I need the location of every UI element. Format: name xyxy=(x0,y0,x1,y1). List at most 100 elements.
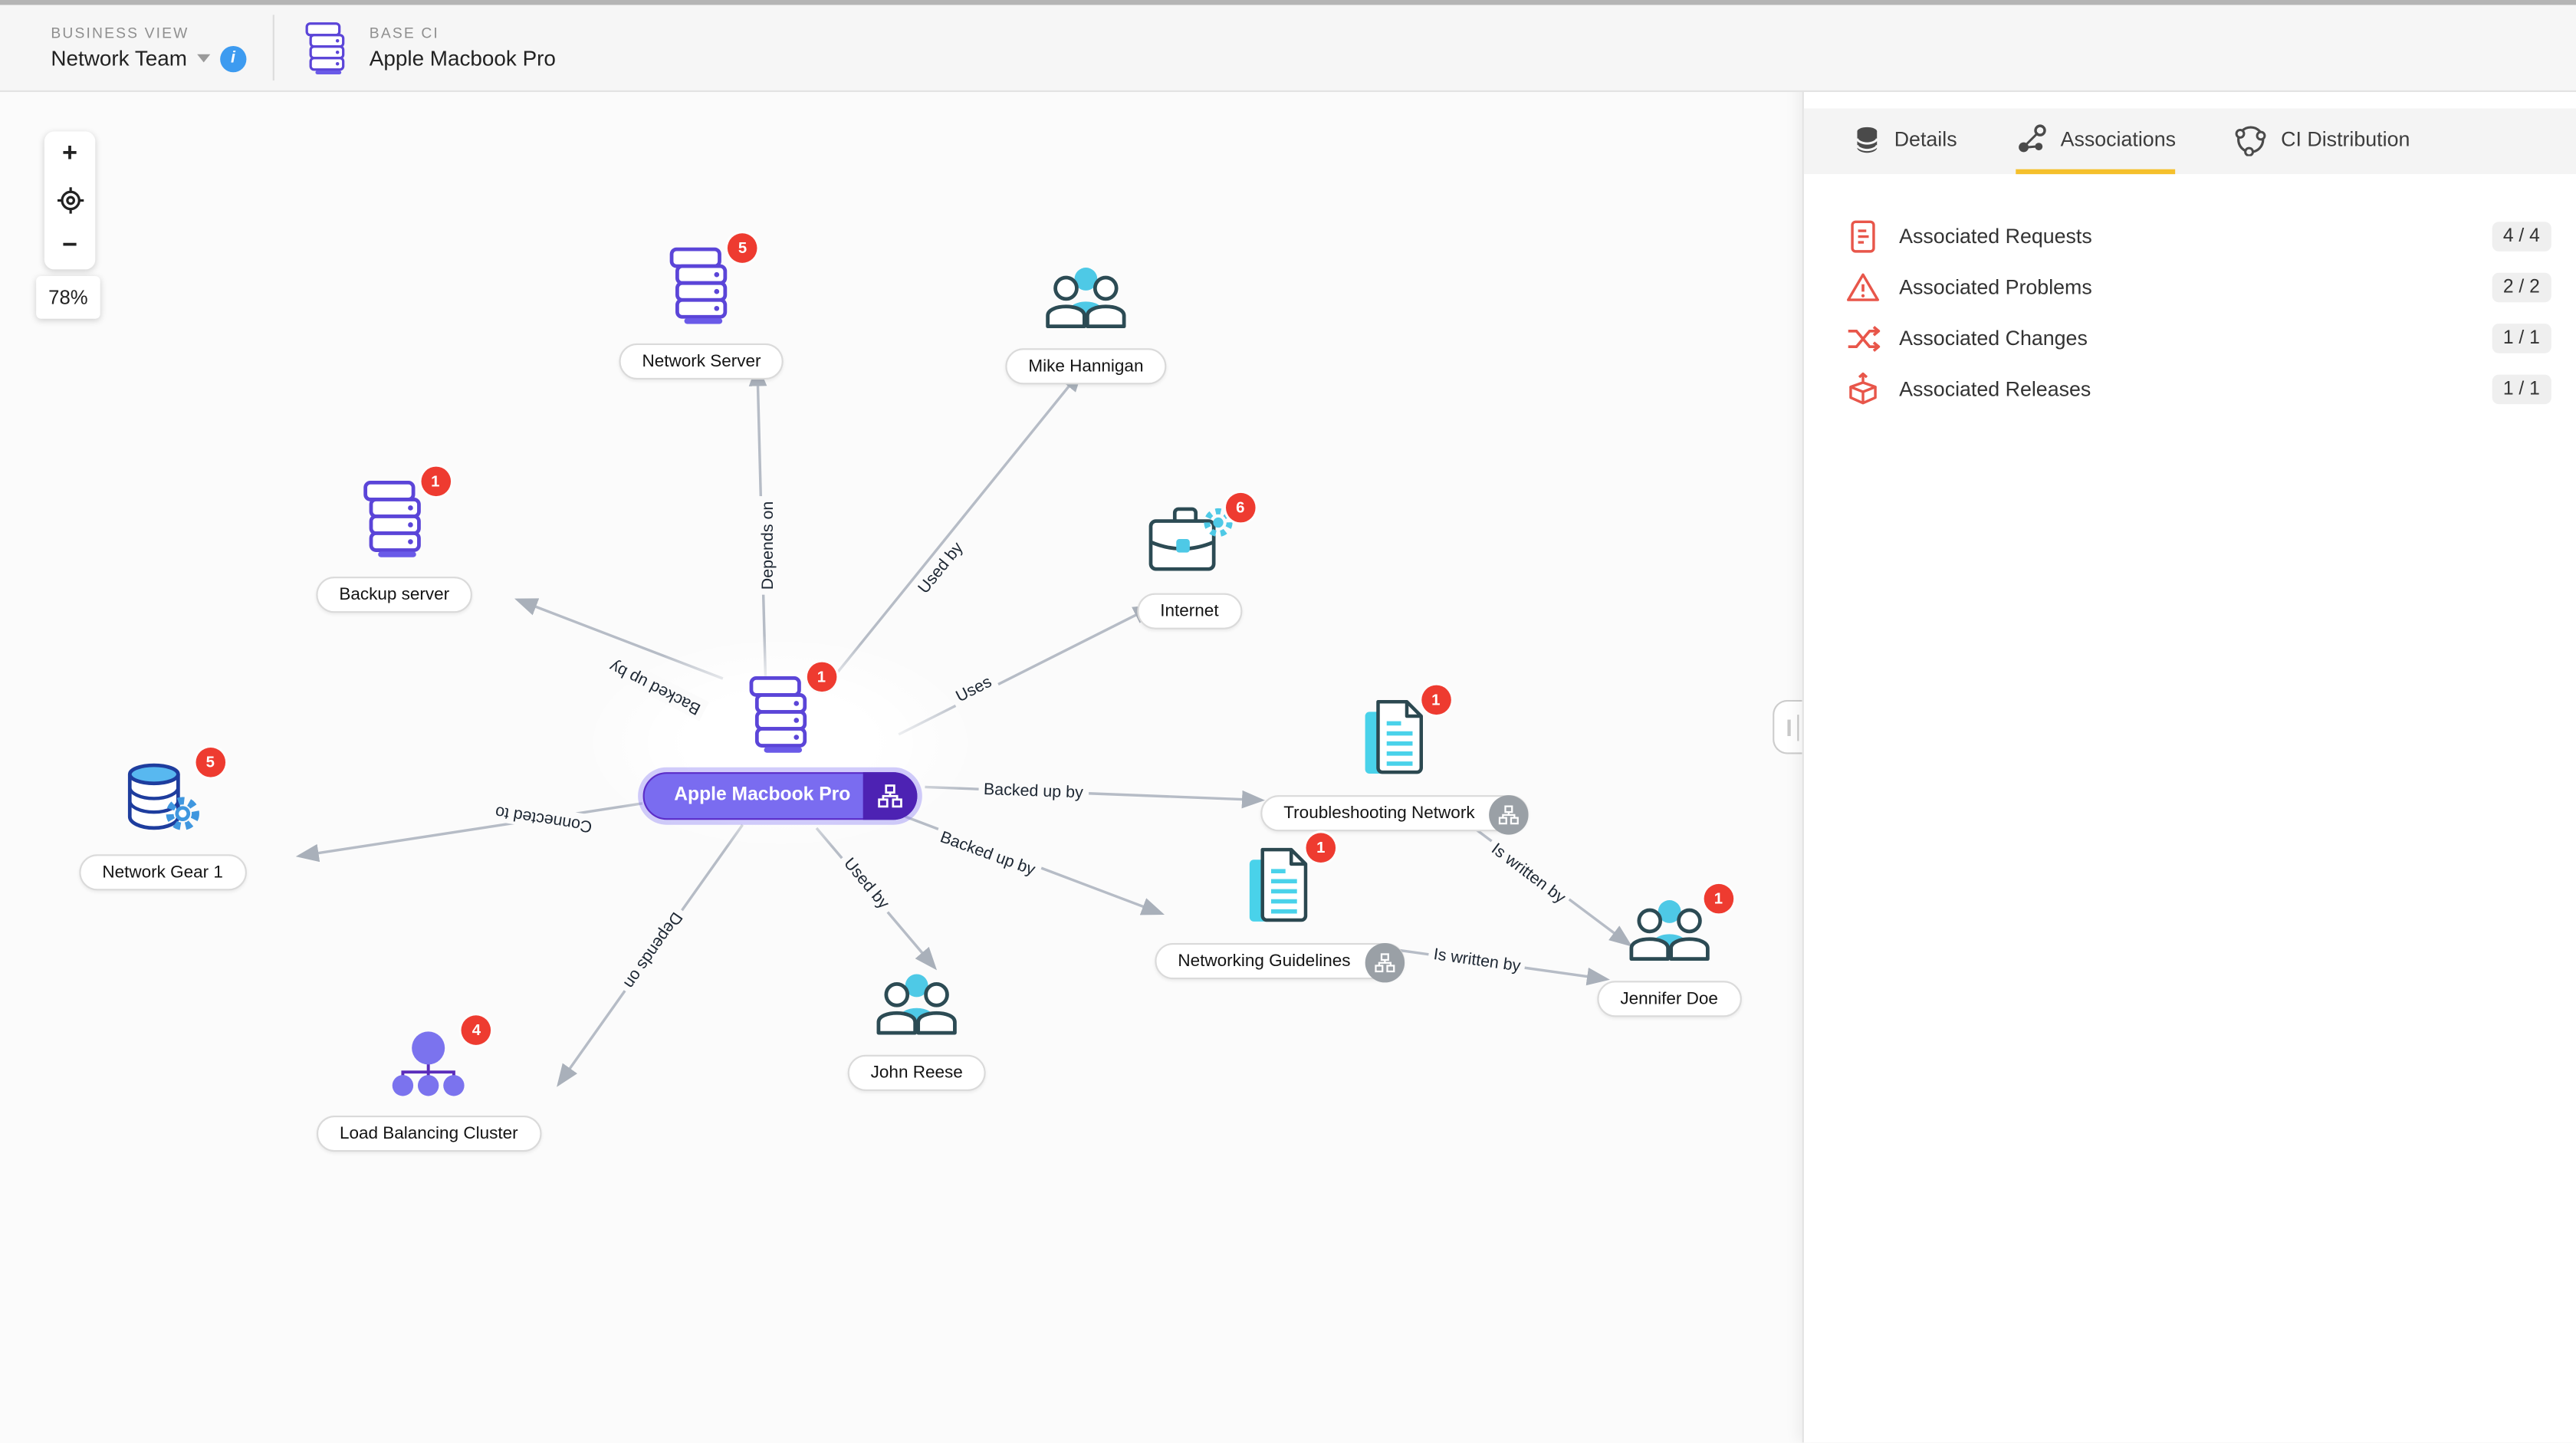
details-side-panel: ✕ Network Team Business View Details xyxy=(1802,5,2576,1442)
edge-label: Used by xyxy=(911,534,971,603)
relationship-map-canvas[interactable]: Depends on Used by Uses Backed up by Con… xyxy=(0,0,1802,1442)
info-icon[interactable]: i xyxy=(220,45,246,71)
business-view-selector[interactable]: BUSINESS VIEW Network Team i xyxy=(51,24,246,71)
node-pill[interactable]: Troubleshooting Network xyxy=(1260,795,1529,831)
edge-label: Is written by xyxy=(1483,837,1573,912)
node-label[interactable]: John Reese xyxy=(848,1055,986,1091)
node-load-balancing-cluster[interactable]: 4 Load Balancing Cluster xyxy=(317,1028,541,1152)
node-label[interactable]: Mike Hannigan xyxy=(1005,348,1166,384)
edge-label: Connected to xyxy=(489,799,599,837)
association-count-badge: 2 / 2 xyxy=(2492,272,2551,302)
associations-list: Associated Requests 4 / 4 Associated Pro… xyxy=(1804,210,2576,414)
expand-map-button[interactable] xyxy=(863,772,918,820)
people-icon xyxy=(1626,897,1711,963)
node-badge: 1 xyxy=(1421,685,1451,715)
base-ci-block: BASE CI Apple Macbook Pro xyxy=(304,21,556,75)
tab-ci-distribution[interactable]: CI Distribution xyxy=(2235,108,2410,174)
node-badge: 1 xyxy=(1306,833,1336,863)
business-view-caption: BUSINESS VIEW xyxy=(51,24,246,40)
node-apple-macbook-pro[interactable]: 1 Apple Macbook Pro xyxy=(643,675,918,820)
chevron-down-icon[interactable] xyxy=(197,54,210,63)
association-label: Associated Changes xyxy=(1899,326,2492,349)
node-label[interactable]: Backup server xyxy=(316,577,472,613)
release-box-icon xyxy=(1845,370,1881,406)
node-jennifer-doe[interactable]: 1 Jennifer Doe xyxy=(1597,897,1741,1017)
association-count-badge: 1 / 1 xyxy=(2492,323,2551,353)
top-bar: BUSINESS VIEW Network Team i BASE CI App… xyxy=(0,5,2576,92)
node-label[interactable]: Network Server xyxy=(619,343,784,380)
node-badge: 6 xyxy=(1226,493,1256,523)
handle-grip-line xyxy=(1796,714,1799,740)
node-label: Apple Macbook Pro xyxy=(674,785,850,805)
edge-label: Used by xyxy=(835,850,896,918)
expand-map-button[interactable] xyxy=(1365,943,1405,982)
edge-label: Backed up by xyxy=(978,779,1089,804)
node-badge: 5 xyxy=(196,748,225,777)
node-badge: 1 xyxy=(1704,884,1733,914)
base-ci-name: Apple Macbook Pro xyxy=(370,46,556,71)
hierarchy-icon xyxy=(1373,952,1396,975)
node-internet[interactable]: 6 Internet xyxy=(1137,506,1241,629)
node-label: Troubleshooting Network xyxy=(1283,804,1474,823)
base-ci-caption: BASE CI xyxy=(370,25,556,41)
cluster-icon xyxy=(388,1028,470,1097)
problem-triangle-icon xyxy=(1845,268,1881,304)
panel-tabs: Details Associations CI Distribu xyxy=(1804,108,2576,174)
edge-label: Depends on xyxy=(758,496,780,594)
window-top-border xyxy=(0,0,2576,5)
association-count-badge: 4 / 4 xyxy=(2492,221,2551,251)
panel-collapse-handle[interactable] xyxy=(1773,700,1802,754)
crosshair-icon[interactable] xyxy=(55,186,85,215)
associated-releases-row[interactable]: Associated Releases 1 / 1 xyxy=(1804,363,2576,414)
base-ci-node-pill[interactable]: Apple Macbook Pro xyxy=(643,772,918,820)
database-icon xyxy=(1853,124,1881,154)
server-icon xyxy=(360,480,429,559)
node-badge: 1 xyxy=(807,662,836,692)
node-backup-server[interactable]: 1 Backup server xyxy=(316,480,472,613)
association-label: Associated Problems xyxy=(1899,275,2492,298)
node-badge: 5 xyxy=(728,233,757,263)
node-network-gear-1[interactable]: 5 Network Gear 1 xyxy=(79,761,246,890)
people-icon xyxy=(874,971,959,1037)
node-label[interactable]: Internet xyxy=(1137,593,1241,629)
zoom-level-indicator: 78% xyxy=(36,276,100,319)
expand-map-button[interactable] xyxy=(1490,795,1529,834)
associated-changes-row[interactable]: Associated Changes 1 / 1 xyxy=(1804,312,2576,363)
business-view-app: BUSINESS VIEW Network Team i BASE CI App… xyxy=(0,0,2576,1442)
node-label[interactable]: Jennifer Doe xyxy=(1597,981,1741,1017)
people-icon xyxy=(1043,265,1129,330)
server-icon xyxy=(746,675,815,754)
node-networking-guidelines[interactable]: 1 Networking Guidelines xyxy=(1155,846,1405,980)
node-badge: 1 xyxy=(421,467,451,497)
node-mike-hannigan[interactable]: Mike Hannigan xyxy=(1005,265,1166,384)
node-troubleshooting-network[interactable]: 1 Troubleshooting Network xyxy=(1260,698,1529,832)
zoom-in-button[interactable]: + xyxy=(62,141,77,167)
associated-requests-row[interactable]: Associated Requests 4 / 4 xyxy=(1804,210,2576,261)
node-network-server[interactable]: 5 Network Server xyxy=(619,246,784,380)
edge-label: Backed up by xyxy=(932,826,1043,883)
handle-grip-line xyxy=(1787,719,1789,735)
edge-label: Uses xyxy=(948,670,1001,711)
business-view-name[interactable]: Network Team xyxy=(51,46,187,71)
node-label[interactable]: Load Balancing Cluster xyxy=(317,1116,541,1152)
header-divider xyxy=(272,15,274,81)
document-icon xyxy=(1245,846,1314,925)
association-label: Associated Requests xyxy=(1899,225,2492,248)
tab-label: CI Distribution xyxy=(2281,127,2410,150)
node-john-reese[interactable]: John Reese xyxy=(848,971,986,1090)
association-label: Associated Releases xyxy=(1899,377,2492,400)
tab-label: Associations xyxy=(2061,127,2176,150)
tab-details[interactable]: Details xyxy=(1853,108,1957,174)
tab-associations[interactable]: Associations xyxy=(2016,108,2176,174)
zoom-toolbar: + − xyxy=(44,131,95,269)
server-icon xyxy=(304,21,350,75)
server-icon xyxy=(667,246,736,325)
request-document-icon xyxy=(1845,218,1881,254)
association-count-badge: 1 / 1 xyxy=(2492,373,2551,403)
zoom-out-button[interactable]: − xyxy=(62,233,77,259)
node-pill[interactable]: Networking Guidelines xyxy=(1155,943,1405,979)
changes-shuffle-icon xyxy=(1845,320,1881,356)
tab-label: Details xyxy=(1894,127,1957,150)
node-label[interactable]: Network Gear 1 xyxy=(79,854,246,890)
associated-problems-row[interactable]: Associated Problems 2 / 2 xyxy=(1804,261,2576,312)
